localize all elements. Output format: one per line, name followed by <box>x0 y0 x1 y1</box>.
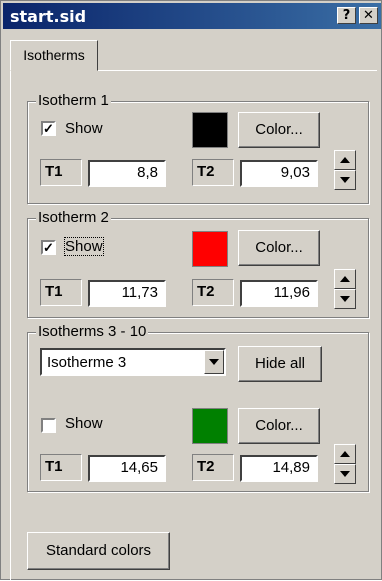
standard-colors-button[interactable]: Standard colors <box>27 532 170 570</box>
isotherm-2-group: Isotherm 2 ✓ Show Color... T1 11,73 T2 1… <box>27 209 369 318</box>
isotherm-1-t2-label: T2 <box>192 159 234 186</box>
isotherm-1-color-button[interactable]: Color... <box>238 112 320 148</box>
title-bar: start.sid ? ✕ <box>3 3 381 29</box>
isotherm-1-show-checkbox[interactable]: ✓ <box>41 121 56 136</box>
chevron-down-icon <box>209 359 219 365</box>
isotherm-2-t2-label: T2 <box>192 279 234 306</box>
tab-isotherms[interactable]: Isotherms <box>10 40 98 71</box>
arrow-up-icon <box>340 157 350 163</box>
window-title: start.sid <box>10 7 87 26</box>
isotherm-1-spinner[interactable] <box>334 150 356 190</box>
isotherm-1-color-swatch <box>192 112 228 148</box>
spin-down-button[interactable] <box>334 464 356 484</box>
isotherms-3-10-t2-label: T2 <box>192 454 234 481</box>
isotherm-2-color-button[interactable]: Color... <box>238 230 320 266</box>
isotherms-tab-panel: Isotherm 1 ✓ Show Color... T1 8,8 T2 9,0… <box>10 70 377 581</box>
isotherm-2-color-swatch <box>192 231 228 267</box>
isotherm-1-legend: Isotherm 1 <box>36 92 111 109</box>
isotherms-3-10-spinner[interactable] <box>334 444 356 484</box>
isotherm-2-t2-input[interactable]: 11,96 <box>240 280 318 307</box>
isotherm-1-t2-input[interactable]: 9,03 <box>240 160 318 187</box>
isotherm-dialog: start.sid ? ✕ Isotherms Isotherm 1 ✓ Sho… <box>0 0 382 581</box>
spin-down-button[interactable] <box>334 170 356 190</box>
spin-down-button[interactable] <box>334 289 356 309</box>
arrow-up-icon <box>340 276 350 282</box>
isotherm-select-value: Isotherme 3 <box>47 354 127 371</box>
arrow-down-icon <box>340 296 350 302</box>
arrow-down-icon <box>340 177 350 183</box>
isotherm-1-group: Isotherm 1 ✓ Show Color... T1 8,8 T2 9,0… <box>27 92 369 204</box>
help-button[interactable]: ? <box>337 7 356 24</box>
dropdown-arrow-button[interactable] <box>204 350 224 374</box>
hide-all-button[interactable]: Hide all <box>238 346 322 382</box>
checkmark-icon: ✓ <box>43 121 54 136</box>
isotherms-3-10-color-button[interactable]: Color... <box>238 408 320 444</box>
checkmark-icon: ✓ <box>43 240 54 255</box>
spin-up-button[interactable] <box>334 269 356 289</box>
arrow-up-icon <box>340 451 350 457</box>
isotherms-3-10-t1-label: T1 <box>40 454 82 481</box>
isotherm-1-show-label: Show <box>65 120 103 137</box>
isotherms-3-10-show-label: Show <box>65 415 103 432</box>
isotherm-1-t1-input[interactable]: 8,8 <box>88 160 166 187</box>
spin-up-button[interactable] <box>334 444 356 464</box>
isotherm-2-spinner[interactable] <box>334 269 356 309</box>
isotherm-2-legend: Isotherm 2 <box>36 209 111 226</box>
isotherms-3-10-t1-input[interactable]: 14,65 <box>88 455 166 482</box>
isotherms-3-10-group: Isotherms 3 - 10 Isotherme 3 Hide all Sh… <box>27 323 369 492</box>
isotherm-2-t1-input[interactable]: 11,73 <box>88 280 166 307</box>
isotherms-3-10-color-swatch <box>192 408 228 444</box>
isotherms-3-10-show-checkbox[interactable] <box>41 418 56 433</box>
isotherms-3-10-t2-input[interactable]: 14,89 <box>240 455 318 482</box>
isotherms-3-10-legend: Isotherms 3 - 10 <box>36 323 149 340</box>
arrow-down-icon <box>340 471 350 477</box>
isotherm-2-show-checkbox[interactable]: ✓ <box>41 240 56 255</box>
isotherm-2-show-label: Show <box>64 237 104 256</box>
isotherm-select[interactable]: Isotherme 3 <box>40 348 226 376</box>
isotherm-1-t1-label: T1 <box>40 159 82 186</box>
spin-up-button[interactable] <box>334 150 356 170</box>
close-button[interactable]: ✕ <box>359 7 378 24</box>
isotherm-2-t1-label: T1 <box>40 279 82 306</box>
